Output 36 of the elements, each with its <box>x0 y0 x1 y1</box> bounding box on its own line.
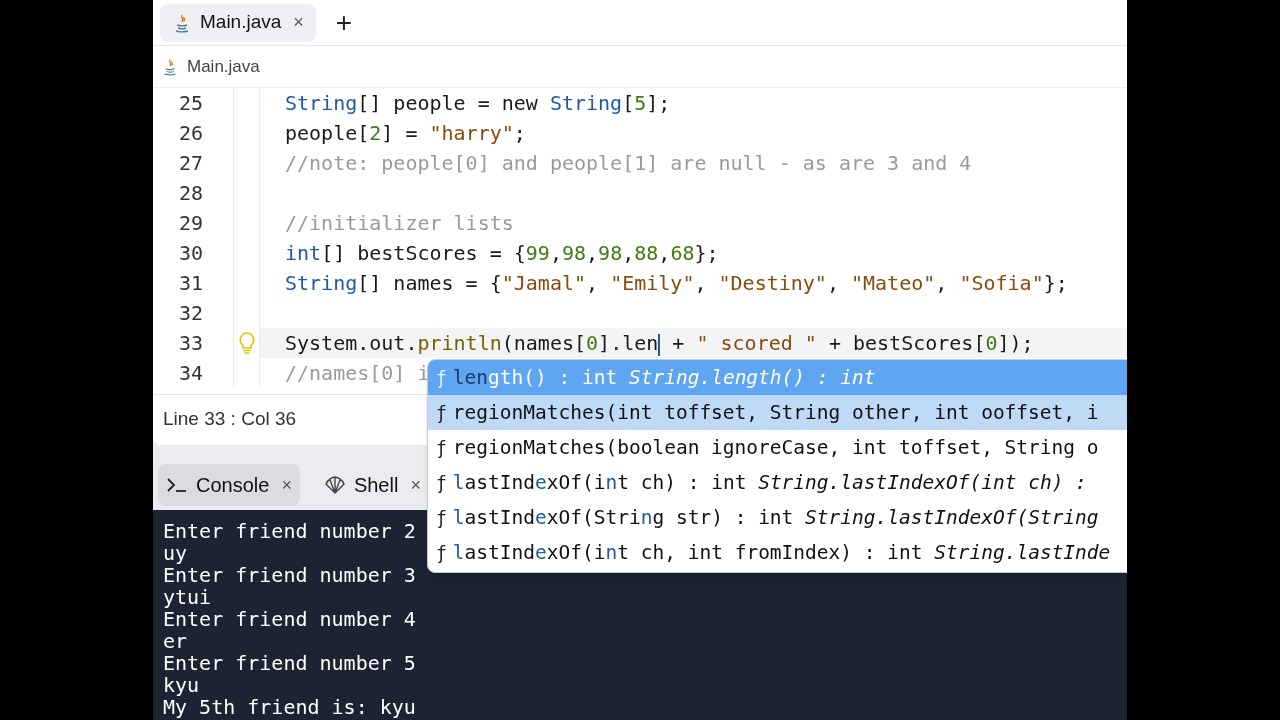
suggestion-item[interactable]: ƒ length() : int String.length() : int <box>428 360 1127 395</box>
line-number: 29 <box>177 210 203 237</box>
line-number: 30 <box>177 240 203 267</box>
suggestion-item[interactable]: ƒ lastIndexOf(int ch, int fromIndex) : int String.lastInde <box>428 535 1127 570</box>
close-icon[interactable]: × <box>281 471 292 499</box>
terminal-icon <box>166 477 188 493</box>
code-line: //initializer lists <box>285 210 514 237</box>
line-number: 34 <box>177 360 203 387</box>
suggestion-item[interactable]: ƒ regionMatches(boolean ignoreCase, int toffset, String o <box>428 430 1127 465</box>
line-number: 31 <box>177 270 203 297</box>
breadcrumb[interactable]: Main.java <box>187 53 260 80</box>
text-cursor <box>658 333 661 356</box>
new-tab-button[interactable]: + <box>327 8 361 37</box>
code-line: System.out.println(names[0].len + " scored " + bestScores[0]); <box>285 330 1034 358</box>
code-line: //note: people[0] and people[1] are null - as are 3 and 4 <box>285 150 972 177</box>
panel-tab[interactable]: Console × <box>158 464 300 506</box>
cursor-position: Line 33 : Col 36 <box>163 407 297 432</box>
panel-tab[interactable]: Shell × <box>315 464 429 506</box>
code-line: int[] bestScores = {99,98,98,88,68}; <box>285 240 719 267</box>
code-line: String[] names = {"Jamal", "Emily", "Destiny", "Mateo", "Sofia"}; <box>285 270 1068 297</box>
shell-icon <box>323 475 346 495</box>
suggestion-item[interactable]: ƒ regionMatches(int toffset, String other, int ooffset, i <box>428 395 1127 430</box>
line-number: 25 <box>177 90 203 117</box>
code-line: String[] people = new String[5]; <box>285 90 671 117</box>
line-number: 28 <box>177 180 203 207</box>
code-line: //names[0] i <box>285 360 430 387</box>
line-number: 26 <box>177 120 203 147</box>
close-icon[interactable]: × <box>293 9 304 36</box>
file-tab[interactable]: Main.java × <box>160 3 316 42</box>
line-number: 33 <box>177 330 203 357</box>
lightbulb-icon[interactable] <box>238 332 255 354</box>
code-line: people[2] = "harry"; <box>285 120 526 147</box>
close-icon[interactable]: × <box>410 471 421 499</box>
line-number: 32 <box>177 300 203 327</box>
suggestion-item[interactable]: ƒ lastIndexOf(int ch) : int String.lastIndexOf(int ch) : <box>428 465 1127 500</box>
line-number: 27 <box>177 150 203 177</box>
